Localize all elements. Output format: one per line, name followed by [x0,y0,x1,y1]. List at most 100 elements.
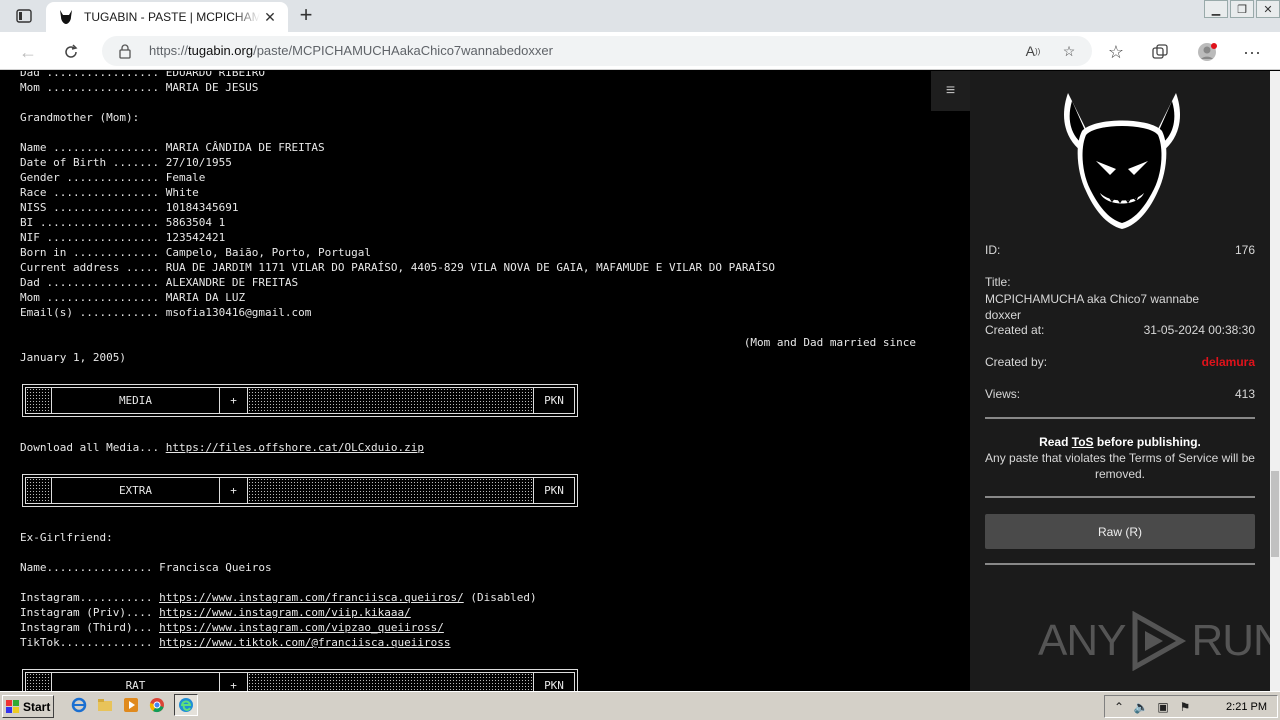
lock-icon[interactable] [118,43,132,59]
paste-line: Dad ................. ALEXANDRE DE FREIT… [20,276,299,289]
paste-line: Email(s) ............ msofia130416@gmail… [20,306,312,319]
social-line: Instagram (Priv).... https://www.instagr… [20,606,411,619]
paste-line: Race ................ White [20,186,199,199]
raw-button[interactable]: Raw (R) [985,514,1255,549]
profile-icon[interactable] [1194,39,1220,65]
close-icon[interactable]: ✕ [260,9,280,26]
banner-tag: PKN [544,679,564,691]
social-link[interactable]: https://www.tiktok.com/@franciisca.queii… [159,636,450,649]
tos-body: Any paste that violates the Terms of Ser… [985,451,1255,481]
banner-dither [248,673,534,691]
download-line: Download all Media... https://files.offs… [20,441,424,454]
title-value: MCPICHAMUCHA aka Chico7 wannabe doxxer [985,292,1200,322]
social-link[interactable]: https://www.instagram.com/franciisca.que… [159,591,464,604]
tos-link[interactable]: ToS [1072,435,1094,449]
paste-content: Dad ................. EDUARDO RIBEIRO Mo… [0,71,970,691]
page-scrollbar[interactable] [1270,71,1280,691]
flag-icon[interactable]: ⚑ [1177,699,1193,715]
created-by-value[interactable]: delamura [1202,355,1255,369]
paste-info-sidebar: ID: 176 Title: MCPICHAMUCHA aka Chico7 w… [970,71,1270,691]
exgf-heading: Ex-Girlfriend: [20,531,113,544]
paste-line: Dad ................. EDUARDO RIBEIRO [20,71,266,79]
media-player-icon[interactable] [122,696,140,714]
tos-notice: Read ToS before publishing. Any paste th… [985,435,1255,481]
download-link[interactable]: https://files.offshore.cat/OLCxduio.zip [166,441,424,454]
id-label: ID: [985,243,1001,257]
explorer-icon[interactable] [96,696,114,714]
restore-icon[interactable]: ❐ [1230,0,1254,18]
paste-line: Mom ................. MARIA DA LUZ [20,291,246,304]
banner-dither [26,673,52,691]
married-note: (Mom and Dad married since [743,336,916,349]
created-at-row: Created at: 31-05-2024 00:38:30 [985,323,1255,337]
section-banner-extra: EXTRA + PKN [22,474,578,507]
banner-plus: + [220,673,248,691]
devil-favicon-icon [60,10,72,24]
title-label: Title: [985,275,1011,289]
paste-line: Born in ............. Campelo, Baião, Po… [20,246,371,259]
url-text[interactable]: https://tugabin.org/paste/MCPICHAMUCHAak… [149,43,553,58]
views-label: Views: [985,387,1021,401]
id-row: ID: 176 [985,243,1255,257]
social-link[interactable]: https://www.instagram.com/viip.kikaaa/ [159,606,411,619]
quick-launch [70,694,198,716]
system-tray: ⌃ 🔈 ▣ ⚑ 2:21 PM [1104,695,1278,718]
back-icon[interactable]: ← [15,39,41,65]
minimize-icon[interactable]: ▁ [1204,0,1228,18]
edge-icon[interactable] [174,694,198,716]
windows-taskbar: Start ⌃ 🔈 ▣ ⚑ 2:21 PM [0,691,1280,720]
banner-label: MEDIA [52,388,220,413]
section-banner-rat: RAT + PKN [22,669,578,691]
address-bar[interactable]: https://tugabin.org/paste/MCPICHAMUCHAak… [102,36,1092,66]
divider [985,417,1255,419]
play-icon [1132,611,1187,671]
banner-label: RAT [52,673,220,691]
browser-tab[interactable]: TUGABIN - PASTE | MCPICHAMUCHAakaChico7w… [46,2,288,32]
tab-strip: TUGABIN - PASTE | MCPICHAMUCHAakaChico7w… [0,0,1280,32]
tab-title: TUGABIN - PASTE | MCPICHAMUCHAakaChico7w… [84,10,260,24]
created-at-label: Created at: [985,323,1045,337]
window-controls: ▁ ❐ ✕ [1202,0,1280,20]
id-value: 176 [1234,243,1255,257]
paste-line: NISS ................ 10184345691 [20,201,239,214]
favorites-icon[interactable]: ☆ [1103,39,1129,65]
ie-icon[interactable] [70,696,88,714]
tray-expand-icon[interactable]: ⌃ [1111,699,1127,715]
read-aloud-icon[interactable]: A)) [1022,41,1044,61]
social-link[interactable]: https://www.instagram.com/vipzao_queiiro… [159,621,444,634]
network-icon[interactable]: ▣ [1155,699,1171,715]
banner-dither [26,388,52,413]
new-tab-icon[interactable]: + [294,4,318,28]
paste-line: Date of Birth ....... 27/10/1955 [20,156,232,169]
banner-label: EXTRA [52,478,220,503]
banner-dither [248,388,534,413]
banner-tag: PKN [544,484,564,497]
social-line: TikTok.............. https://www.tiktok.… [20,636,451,649]
banner-plus: + [220,388,248,413]
collections-icon[interactable] [1147,39,1173,65]
paste-line: Gender .............. Female [20,171,206,184]
page-content: Dad ................. EDUARDO RIBEIRO Mo… [0,71,1270,691]
more-icon[interactable]: ··· [1239,39,1265,65]
volume-icon[interactable]: 🔈 [1133,699,1149,715]
scrollbar-thumb[interactable] [1271,471,1279,557]
social-line: Instagram (Third)... https://www.instagr… [20,621,444,634]
browser-toolbar: ← https://tugabin.org/paste/MCPICHAMUCHA… [0,32,1280,70]
exgf-name: Name................ Francisca Queiros [20,561,272,574]
window-close-icon[interactable]: ✕ [1256,0,1280,18]
paste-line: Grandmother (Mom): [20,111,140,124]
refresh-icon[interactable] [58,39,84,65]
chrome-icon[interactable] [148,696,166,714]
paste-line: BI .................. 5863504 1 [20,216,226,229]
banner-tag: PKN [544,394,564,407]
clock[interactable]: 2:21 PM [1226,701,1267,713]
paste-line: Current address ..... RUA DE JARDIM 1171… [20,261,775,274]
tab-actions-icon[interactable] [8,4,40,28]
banner-plus: + [220,478,248,503]
start-button[interactable]: Start [2,695,54,718]
hamburger-menu-icon[interactable]: ≡ [931,71,970,111]
paste-line: Name ................ MARIA CÂNDIDA DE F… [20,141,325,154]
created-at-value: 31-05-2024 00:38:30 [1143,323,1255,337]
paste-line: Mom ................. MARIA DE JESUS [20,81,259,94]
add-favorite-icon[interactable]: ☆ [1058,41,1080,61]
